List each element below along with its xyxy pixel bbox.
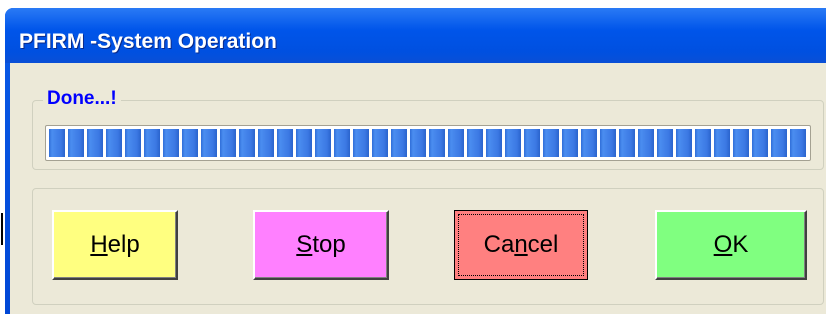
ok-button[interactable]: OK: [655, 210, 807, 280]
cancel-button[interactable]: Cancel: [454, 210, 588, 280]
dialog-client-area: Done...! Help Stop Cancel OK: [10, 63, 826, 314]
progress-fill: [49, 129, 807, 157]
window-title: PFIRM -System Operation: [19, 30, 277, 53]
progress-bar: [45, 125, 811, 161]
stop-button[interactable]: Stop: [253, 210, 389, 280]
focus-indicator: Cancel: [458, 214, 584, 276]
ok-button-label: OK: [713, 231, 749, 258]
status-label: Done...!: [43, 88, 121, 110]
stray-mark: [1, 213, 3, 245]
stop-button-label: Stop: [296, 231, 346, 258]
button-groupbox: Help Stop Cancel OK: [32, 188, 824, 305]
cancel-button-label: Cancel: [483, 231, 559, 258]
title-bar[interactable]: PFIRM -System Operation: [5, 8, 826, 63]
status-groupbox: Done...!: [32, 88, 824, 170]
dialog-window: PFIRM -System Operation Done...! Help St…: [5, 8, 826, 314]
help-button-label: Help: [90, 231, 140, 258]
help-button[interactable]: Help: [52, 210, 178, 280]
